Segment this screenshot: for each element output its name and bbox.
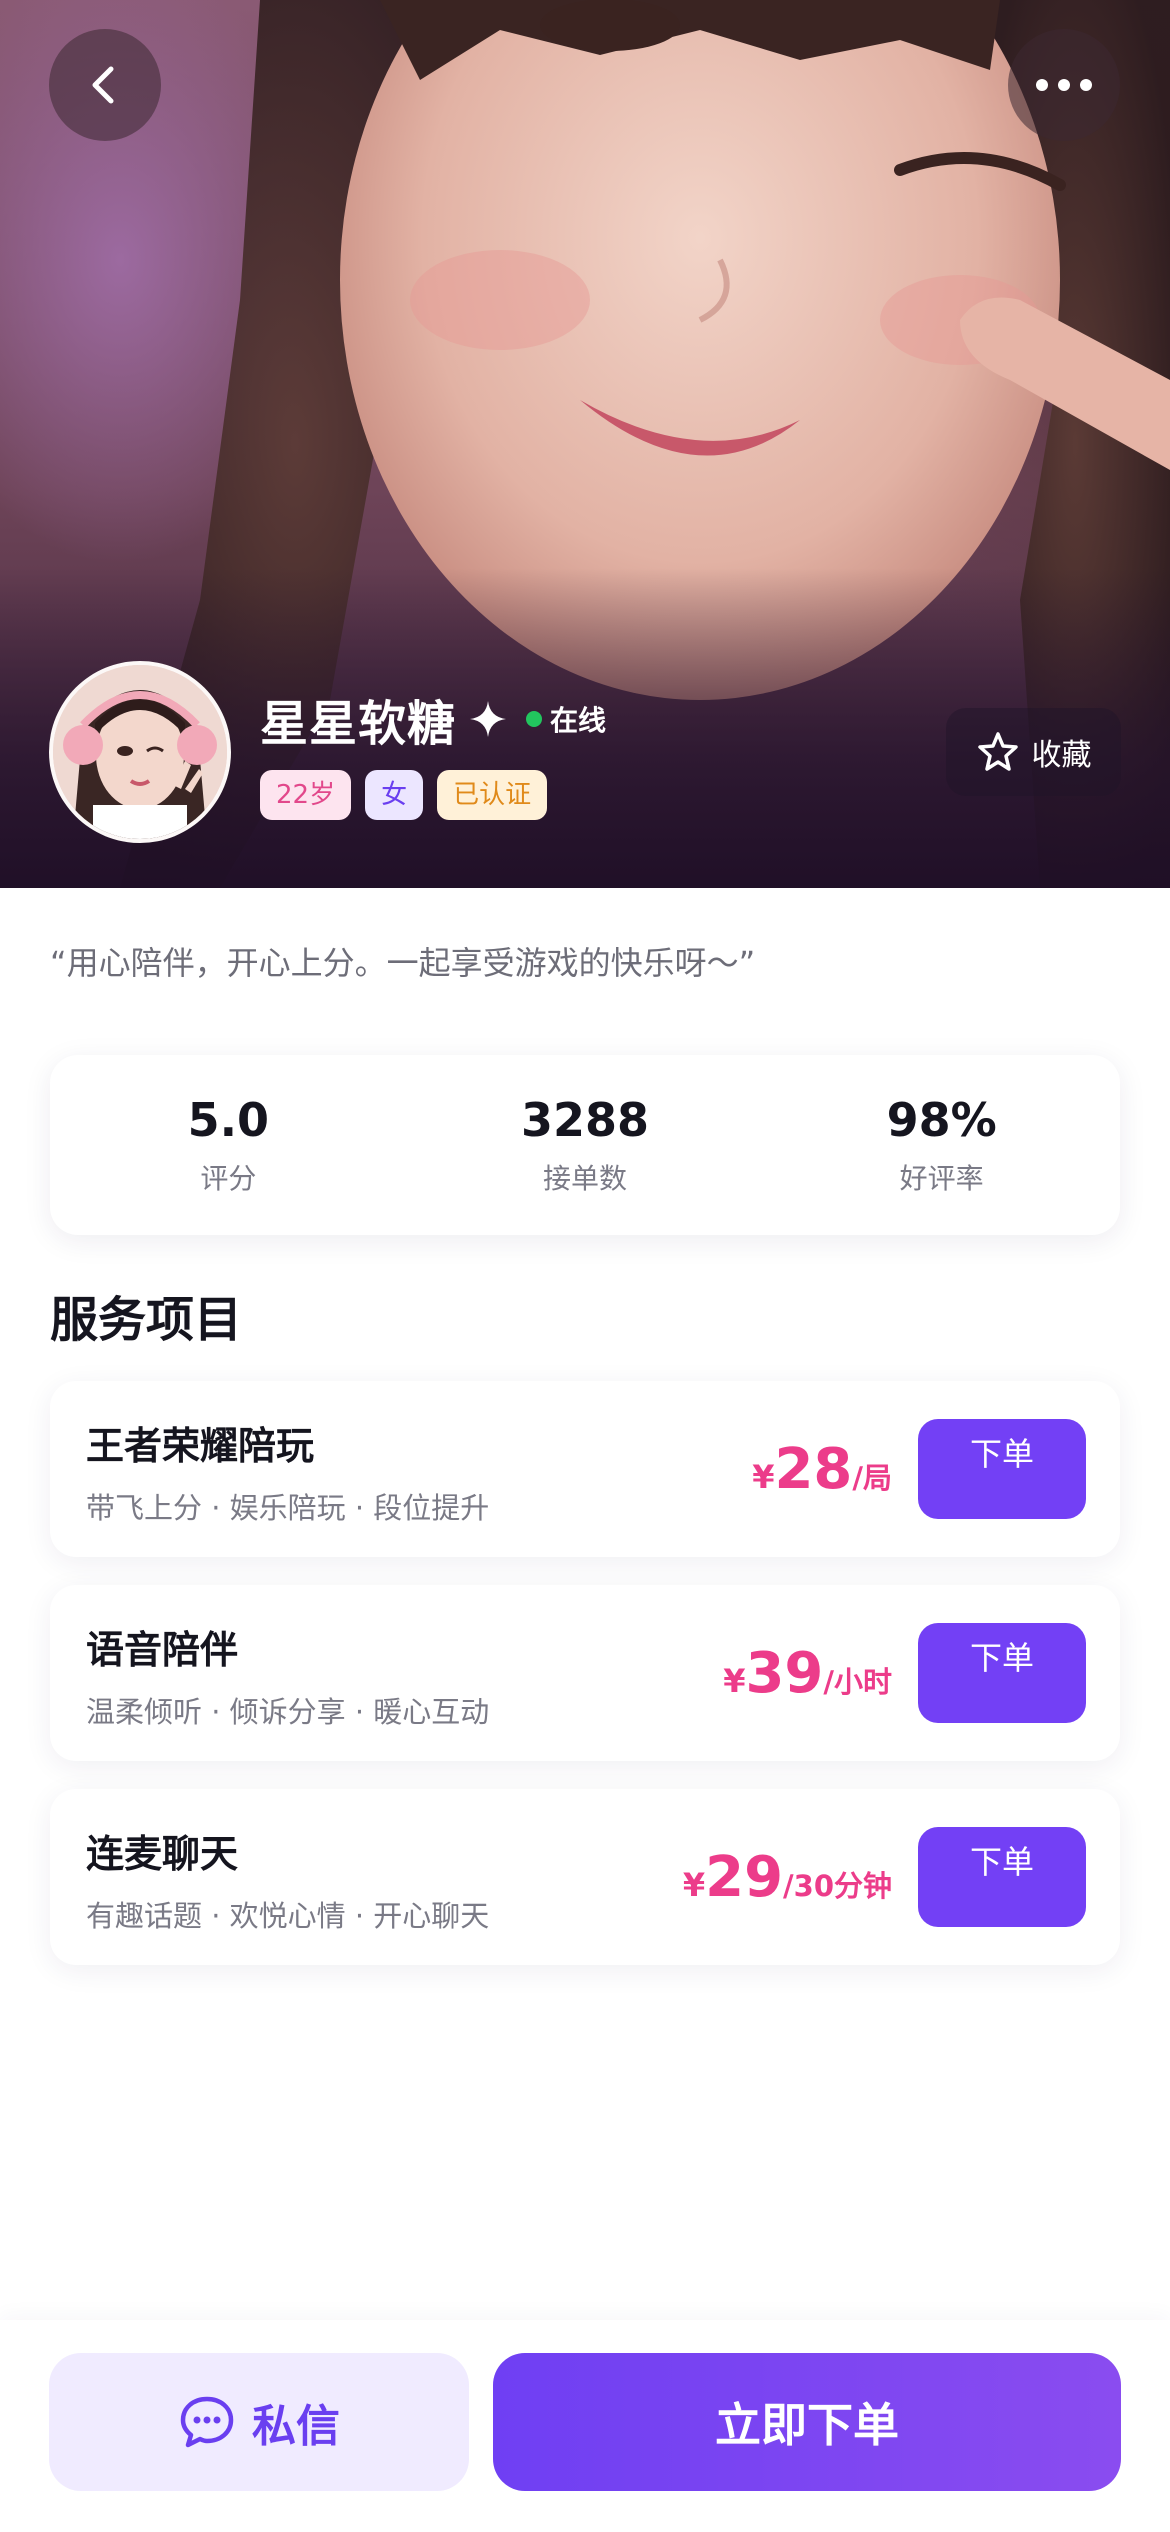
price-currency: ¥ <box>723 1662 746 1700</box>
price-unit: /局 <box>852 1461 892 1495</box>
service-card[interactable]: 王者荣耀陪玩 带飞上分 · 娱乐陪玩 · 段位提升 ¥ 28 /局 下单 <box>50 1381 1120 1557</box>
favorite-label: 收藏 <box>1031 738 1092 773</box>
favorite-button[interactable]: 收藏 <box>946 708 1121 796</box>
bottom-action-bar: 私信 立即下单 <box>0 2320 1170 2532</box>
more-button[interactable] <box>1008 29 1120 141</box>
price-unit: /30分钟 <box>783 1869 892 1903</box>
stats-card: 5.0 评分 3288 接单数 98% 好评率 <box>50 1055 1120 1235</box>
online-status-text: 在线 <box>550 704 607 737</box>
stat-label: 评分 <box>200 1162 257 1195</box>
stat-label: 好评率 <box>899 1162 984 1195</box>
price-amount: 29 <box>705 1845 784 1910</box>
services-title: 服务项目 <box>50 1292 243 1348</box>
price-currency: ¥ <box>752 1458 775 1496</box>
service-name: 王者荣耀陪玩 <box>86 1424 315 1468</box>
stat-label: 接单数 <box>543 1162 628 1195</box>
back-button[interactable] <box>49 29 161 141</box>
service-card[interactable]: 连麦聊天 有趣话题 · 欢悦心情 · 开心聊天 ¥ 29 /30分钟 下单 <box>50 1789 1120 1965</box>
star-outline-icon <box>977 732 1018 771</box>
order-now-button[interactable]: 立即下单 <box>493 2353 1121 2491</box>
price-amount: 28 <box>774 1437 853 1502</box>
avatar[interactable] <box>49 661 231 843</box>
price-amount: 39 <box>745 1641 824 1706</box>
price-unit: /小时 <box>823 1665 892 1699</box>
user-name: 星星软糖 <box>260 696 457 752</box>
chat-bubble-icon <box>180 2396 234 2448</box>
service-name: 语音陪伴 <box>86 1628 239 1672</box>
service-description: 有趣话题 · 欢悦心情 · 开心聊天 <box>86 1899 490 1933</box>
more-horizontal-icon <box>1036 79 1092 91</box>
service-description: 温柔倾听 · 倾诉分享 · 暖心互动 <box>86 1695 490 1729</box>
gender-tag: 女 <box>365 770 424 820</box>
sparkle-icon <box>470 701 507 737</box>
service-price: ¥ 28 /局 <box>752 1437 892 1502</box>
stat-value: 98% <box>886 1093 997 1147</box>
price-currency: ¥ <box>682 1866 706 1904</box>
stat-value: 3288 <box>520 1093 650 1147</box>
message-label: 私信 <box>252 2401 340 2452</box>
name-row: 星星软糖 在线 <box>260 684 606 754</box>
order-now-label: 立即下单 <box>715 2398 899 2452</box>
stat-orders: 3288 接单数 <box>407 1093 764 1197</box>
age-tag: 22岁 <box>260 770 352 820</box>
stat-rating: 5.0 评分 <box>50 1093 407 1197</box>
order-button[interactable]: 下单 <box>918 1419 1086 1519</box>
service-description: 带飞上分 · 娱乐陪玩 · 段位提升 <box>86 1491 490 1525</box>
message-button[interactable]: 私信 <box>49 2353 469 2491</box>
hero-cover: 星星软糖 在线 22岁 女 已认证 收藏 <box>0 0 1170 888</box>
chevron-left-icon <box>92 66 114 104</box>
stat-positive-rate: 98% 好评率 <box>763 1093 1120 1197</box>
service-price: ¥ 39 /小时 <box>723 1641 892 1706</box>
verified-tag: 已认证 <box>437 770 548 820</box>
service-name: 连麦聊天 <box>86 1832 239 1876</box>
order-button[interactable]: 下单 <box>918 1827 1086 1927</box>
stat-value: 5.0 <box>187 1093 270 1147</box>
service-price: ¥ 29 /30分钟 <box>683 1845 892 1910</box>
online-status-dot <box>526 711 543 727</box>
avatar-photo <box>53 665 227 839</box>
profile-tags: 22岁 女 已认证 <box>260 770 548 820</box>
profile-quote: “用心陪伴，开心上分。一起享受游戏的快乐呀～” <box>50 944 756 982</box>
order-button[interactable]: 下单 <box>918 1623 1086 1723</box>
service-card[interactable]: 语音陪伴 温柔倾听 · 倾诉分享 · 暖心互动 ¥ 39 /小时 下单 <box>50 1585 1120 1761</box>
